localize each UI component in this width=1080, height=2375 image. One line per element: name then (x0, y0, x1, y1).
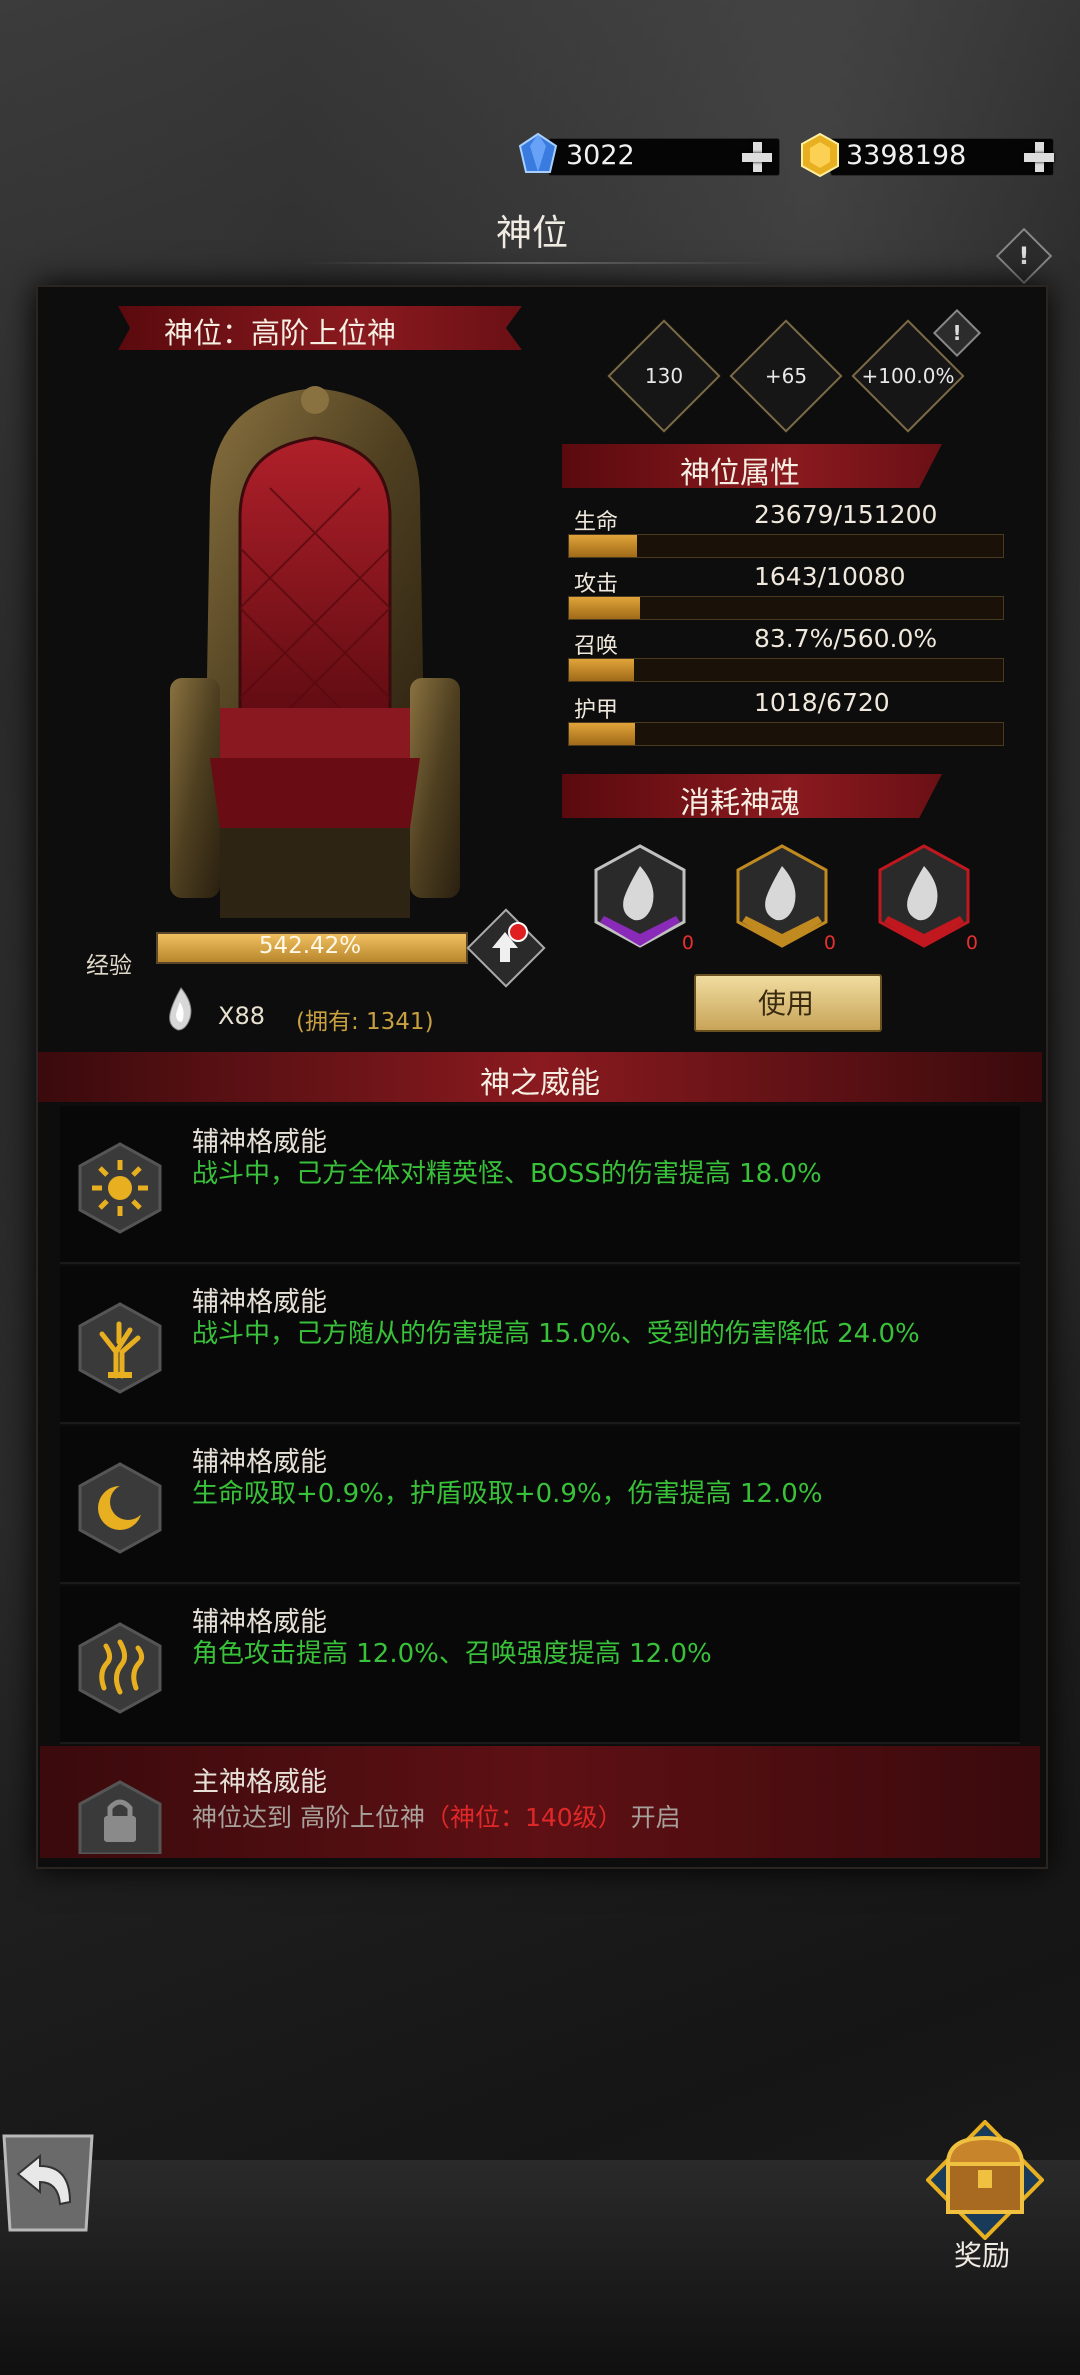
power-row: 辅神格威能 战斗中，己方随从的伤害提高 15.0%、受到的伤害降低 24.0% (60, 1266, 1020, 1424)
gold-gem-icon (801, 132, 839, 178)
info-icon: ! (1018, 242, 1030, 270)
stat-bar-armor (568, 722, 1004, 746)
owned-count: (拥有: 1341) (296, 1009, 434, 1035)
stat-bar-summon (568, 658, 1004, 682)
main-power-desc-suffix: 开启 (622, 1803, 681, 1832)
stat-label-atk: 攻击 (574, 572, 619, 597)
lock-icon (78, 1780, 162, 1854)
exp-percent: 542.42% (258, 933, 362, 959)
stat-bar-fill (569, 535, 638, 557)
diamond-icon (518, 132, 558, 173)
power-row: 辅神格威能 生命吸取+0.9%，护盾吸取+0.9%，伤害提高 12.0% (60, 1426, 1020, 1584)
percent-value: +100.0% (861, 364, 955, 388)
add-diamond-button[interactable] (740, 140, 774, 174)
soul-flame-icon (169, 987, 192, 1031)
soul-slot-purple[interactable]: 0 (592, 842, 694, 954)
stat-bar-fill (569, 597, 640, 619)
stat-label-armor: 护甲 (574, 698, 619, 723)
back-button[interactable] (0, 2132, 100, 2236)
main-power-desc-prefix: 神位达到 高阶上位神 (192, 1803, 425, 1832)
main-power-requirement: （神位：140级） (424, 1803, 623, 1832)
stat-bar-fill (569, 723, 635, 745)
power-desc: 生命吸取+0.9%，护盾吸取+0.9%，伤害提高 12.0% (192, 1479, 823, 1509)
info-icon: ! (952, 321, 962, 345)
soul-red-count: 0 (965, 932, 978, 954)
stat-value-hp: 23679/151200 (754, 500, 938, 529)
help-button[interactable]: ! (995, 227, 1053, 285)
flame-icon (78, 1622, 162, 1714)
powers-header: 神之威能 (480, 1066, 600, 1101)
power-title: 辅神格威能 (192, 1447, 327, 1478)
stat-bar-hp (568, 534, 1004, 558)
stat-value-armor: 1018/6720 (754, 688, 890, 717)
soul-gold-count: 0 (823, 932, 836, 954)
power-desc: 战斗中，己方随从的伤害提高 15.0%、受到的伤害降低 24.0% (192, 1319, 920, 1349)
soul-red-icon (878, 844, 970, 948)
add-gold-button[interactable] (1022, 140, 1056, 174)
soul-purple-icon (594, 844, 686, 948)
throne-image (170, 386, 460, 918)
power-row: 辅神格威能 角色攻击提高 12.0%、召唤强度提高 12.0% (60, 1586, 1020, 1744)
soul-slot-red[interactable]: 0 (876, 842, 978, 954)
power-title: 辅神格威能 (192, 1287, 327, 1318)
sun-icon (78, 1142, 162, 1234)
main-power-title: 主神格威能 (192, 1767, 327, 1798)
power-row: 辅神格威能 战斗中，己方全体对精英怪、BOSS的伤害提高 18.0% (60, 1106, 1020, 1264)
stat-label-summon: 召唤 (574, 634, 619, 659)
bonus-value: +65 (764, 364, 808, 388)
stat-value-atk: 1643/10080 (754, 562, 906, 591)
page-title: 神位 (496, 213, 569, 254)
attributes-header: 神位属性 (680, 456, 800, 491)
notification-dot (508, 922, 528, 942)
stat-bar-atk (568, 596, 1004, 620)
use-button-label: 使用 (757, 987, 814, 1020)
soul-gold-icon (736, 844, 828, 948)
reward-label: 奖励 (954, 2239, 1011, 2272)
power-title: 辅神格威能 (192, 1607, 327, 1638)
soul-purple-count: 0 (681, 932, 694, 954)
power-desc: 角色攻击提高 12.0%、召唤强度提高 12.0% (192, 1639, 712, 1669)
diamond-value: 3022 (566, 140, 635, 171)
stat-bar-fill (569, 659, 634, 681)
rank-text: 神位：高阶上位神 (164, 316, 397, 350)
soul-slot-gold[interactable]: 0 (734, 842, 836, 954)
main-power-desc: 神位达到 高阶上位神（神位：140级） 开启 (192, 1798, 681, 1834)
title-divider (300, 262, 780, 264)
moon-icon (78, 1462, 162, 1554)
stat-value-summon: 83.7%/560.0% (754, 624, 938, 653)
stat-label-hp: 生命 (574, 510, 619, 535)
soul-count: X88 (218, 1002, 265, 1030)
consume-header: 消耗神魂 (680, 786, 800, 821)
gold-value: 3398198 (846, 140, 967, 171)
treasure-chest-icon[interactable] (926, 2120, 1044, 2240)
tree-icon (78, 1302, 162, 1394)
power-desc: 战斗中，己方全体对精英怪、BOSS的伤害提高 18.0% (192, 1159, 822, 1189)
bottom-strip (0, 2160, 1080, 2375)
exp-label: 经验 (86, 953, 132, 979)
power-title: 辅神格威能 (192, 1127, 327, 1158)
level-value: 130 (644, 364, 684, 388)
